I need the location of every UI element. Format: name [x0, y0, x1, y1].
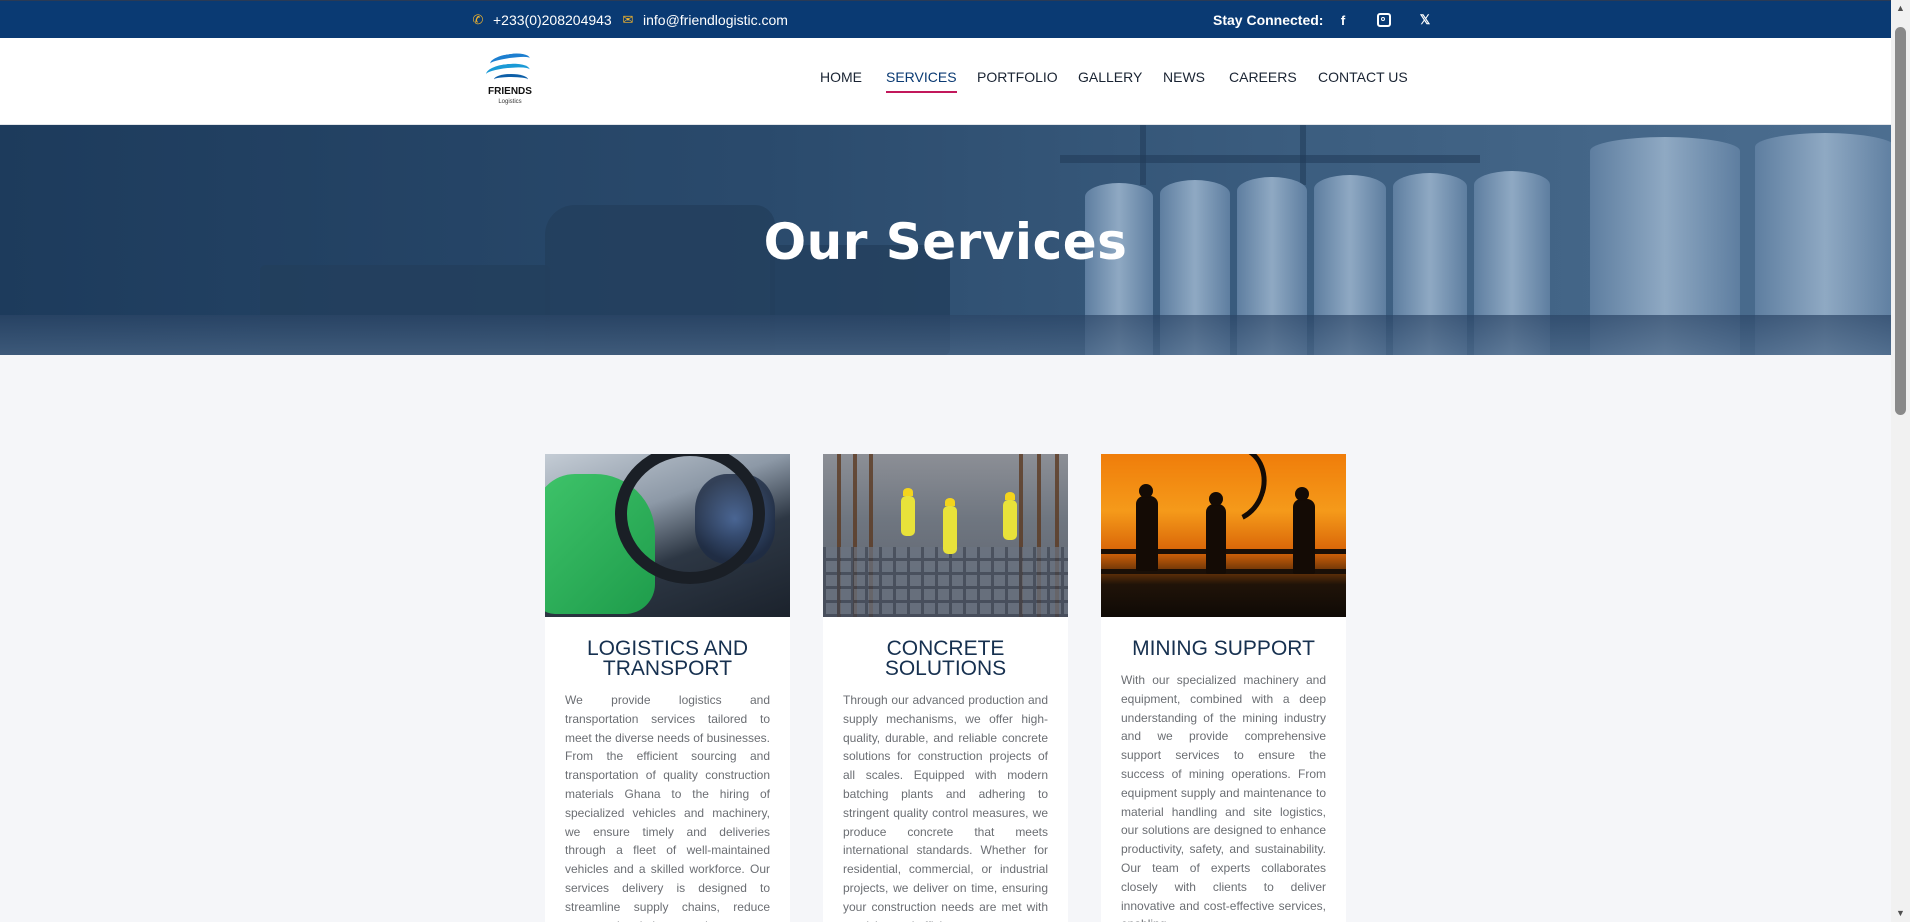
- nav-contact-us[interactable]: CONTACT US: [1318, 69, 1408, 85]
- service-title: MINING SUPPORT: [1132, 637, 1315, 660]
- nav-news[interactable]: NEWS: [1163, 69, 1205, 85]
- logistics-image: [545, 454, 790, 617]
- phone-contact[interactable]: ✆ +233(0)208204943: [471, 12, 612, 28]
- service-title: LOGISTICS AND TRANSPORT: [586, 637, 749, 680]
- service-description: Through our advanced production and supp…: [843, 693, 1048, 922]
- hero-banner: Our Services: [0, 125, 1891, 355]
- service-card-mining: MINING SUPPORT With our specialized mach…: [1101, 454, 1346, 922]
- instagram-icon[interactable]: [1373, 10, 1395, 30]
- phone-icon: ✆: [472, 12, 484, 27]
- stay-connected-label: Stay Connected:: [1213, 12, 1324, 28]
- service-description: We provide logistics and transportation …: [565, 693, 770, 922]
- facebook-icon[interactable]: f: [1332, 10, 1354, 30]
- top-bar: ✆ +233(0)208204943 ✉ info@friendlogistic…: [0, 0, 1891, 38]
- email-contact[interactable]: ✉ info@friendlogistic.com: [621, 12, 788, 28]
- concrete-image: [823, 454, 1068, 617]
- x-icon[interactable]: 𝕏: [1414, 10, 1436, 30]
- friends-logistics-logo[interactable]: FRIENDS Logistics: [482, 50, 538, 110]
- logo-name: FRIENDS: [488, 86, 532, 97]
- site-header: FRIENDS Logistics HOME SERVICES PORTFOLI…: [0, 38, 1891, 125]
- email-address[interactable]: info@friendlogistic.com: [643, 12, 788, 28]
- page-scrollbar[interactable]: ▲ ▼: [1891, 0, 1910, 922]
- nav-careers[interactable]: CAREERS: [1229, 69, 1297, 85]
- logo-subtitle: Logistics: [498, 99, 522, 105]
- email-icon: ✉: [622, 12, 634, 27]
- service-title: CONCRETE SOLUTIONS: [884, 637, 1007, 680]
- phone-number[interactable]: +233(0)208204943: [493, 12, 612, 28]
- scroll-up-icon[interactable]: ▲: [1891, 0, 1910, 17]
- scrollbar-thumb[interactable]: [1895, 27, 1906, 415]
- mining-image: [1101, 454, 1346, 617]
- nav-services[interactable]: SERVICES: [886, 69, 957, 93]
- nav-gallery[interactable]: GALLERY: [1078, 69, 1142, 85]
- service-description: With our specialized machinery and equip…: [1121, 673, 1326, 922]
- service-card-concrete: CONCRETE SOLUTIONS Through our advanced …: [823, 454, 1068, 922]
- scroll-down-icon[interactable]: ▼: [1891, 905, 1910, 922]
- service-card-logistics: LOGISTICS AND TRANSPORT We provide logis…: [545, 454, 790, 922]
- nav-home[interactable]: HOME: [820, 69, 862, 85]
- page-title: Our Services: [763, 213, 1128, 271]
- nav-portfolio[interactable]: PORTFOLIO: [977, 69, 1058, 85]
